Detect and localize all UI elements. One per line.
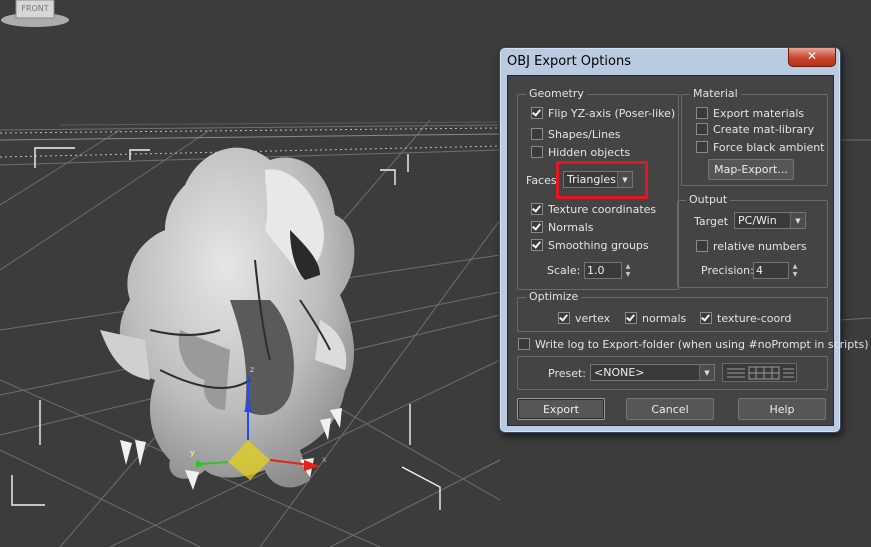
hidden-objects-checkbox[interactable]: Hidden objects	[531, 145, 630, 159]
checkbox-box[interactable]	[531, 239, 543, 251]
spinner-down-icon[interactable]: ▼	[790, 270, 800, 279]
normals-checkbox[interactable]: Normals	[531, 220, 594, 234]
preset-manager-icon[interactable]	[722, 363, 797, 382]
dialog-client-area: Geometry Flip YZ-axis (Poser-like) Shape…	[507, 75, 869, 426]
checkbox-label: texture-coord	[717, 311, 792, 325]
spinner-arrows[interactable]: ▲ ▼	[790, 262, 800, 279]
target-value: PC/Win	[738, 214, 777, 227]
optimize-normals-checkbox[interactable]: normals	[625, 311, 686, 325]
material-legend: Material	[690, 87, 741, 101]
force-black-ambient-checkbox[interactable]: Force black ambient	[696, 140, 825, 154]
checkbox-box[interactable]	[625, 312, 637, 324]
viewcube[interactable]: FRONT	[0, 0, 70, 28]
dialog-title: OBJ Export Options	[507, 54, 631, 69]
spinner-up-icon[interactable]: ▲	[623, 262, 633, 271]
precision-field[interactable]: 4	[753, 262, 789, 279]
checkbox-box[interactable]	[696, 107, 708, 119]
scale-spinner[interactable]: 1.0 ▲ ▼	[584, 262, 633, 279]
svg-text:z: z	[250, 365, 254, 374]
checkbox-label: normals	[642, 311, 687, 325]
faces-label: Faces	[526, 174, 557, 187]
svg-text:x: x	[322, 455, 327, 464]
target-dropdown[interactable]: PC/Win ▼	[734, 212, 806, 229]
optimize-legend: Optimize	[526, 290, 582, 304]
checkbox-label: Normals	[548, 220, 594, 234]
optimize-vertex-checkbox[interactable]: vertex	[558, 311, 610, 325]
precision-spinner[interactable]: 4 ▲ ▼	[753, 262, 800, 279]
checkbox-label: Force black ambient	[713, 140, 825, 154]
map-export-button[interactable]: Map-Export...	[708, 159, 794, 180]
create-mat-library-checkbox[interactable]: Create mat-library	[696, 122, 814, 136]
relative-numbers-checkbox[interactable]: relative numbers	[696, 239, 807, 253]
checkbox-box[interactable]	[558, 312, 570, 324]
chevron-down-icon[interactable]: ▼	[699, 365, 714, 380]
export-materials-checkbox[interactable]: Export materials	[696, 106, 804, 120]
checkbox-label: Create mat-library	[713, 122, 815, 136]
checkbox-label: Flip YZ-axis (Poser-like)	[548, 106, 676, 120]
checkbox-label: Hidden objects	[548, 145, 631, 159]
checkbox-box[interactable]	[531, 221, 543, 233]
viewcube-face-label: FRONT	[21, 4, 48, 13]
checkbox-box[interactable]	[696, 123, 708, 135]
target-label: Target	[694, 215, 729, 228]
scale-field[interactable]: 1.0	[584, 262, 622, 279]
obj-export-dialog: OBJ Export Options ✕ Geometry Flip YZ-ax…	[499, 47, 869, 433]
write-log-checkbox[interactable]: Write log to Export-folder (when using #…	[518, 337, 869, 351]
checkbox-box[interactable]	[518, 338, 530, 350]
checkbox-box[interactable]	[531, 107, 543, 119]
precision-label: Precision:	[701, 264, 754, 277]
shapes-lines-checkbox[interactable]: Shapes/Lines	[531, 127, 621, 141]
close-button[interactable]: ✕	[788, 48, 836, 67]
checkbox-label: Write log to Export-folder (when using #…	[535, 337, 869, 351]
spinner-up-icon[interactable]: ▲	[790, 262, 800, 271]
preset-value: <NONE>	[594, 366, 645, 379]
flip-yz-checkbox[interactable]: Flip YZ-axis (Poser-like)	[531, 106, 675, 120]
preset-grid-icon	[727, 366, 794, 380]
checkbox-box[interactable]	[700, 312, 712, 324]
checkbox-box[interactable]	[696, 240, 708, 252]
dialog-titlebar[interactable]: OBJ Export Options ✕	[500, 48, 840, 74]
spinner-down-icon[interactable]: ▼	[623, 270, 633, 279]
output-legend: Output	[686, 193, 731, 207]
export-button[interactable]: Export	[517, 398, 605, 420]
texture-coordinates-checkbox[interactable]: Texture coordinates	[531, 202, 656, 216]
checkbox-label: vertex	[575, 311, 611, 325]
svg-text:y: y	[190, 448, 195, 457]
spinner-arrows[interactable]: ▲ ▼	[623, 262, 633, 279]
faces-highlight-annotation	[556, 161, 648, 199]
chevron-down-icon[interactable]: ▼	[790, 213, 805, 228]
preset-dropdown[interactable]: <NONE> ▼	[590, 364, 715, 381]
checkbox-label: Shapes/Lines	[548, 127, 621, 141]
help-button[interactable]: Help	[738, 398, 826, 420]
checkbox-box[interactable]	[531, 203, 543, 215]
cancel-button[interactable]: Cancel	[626, 398, 714, 420]
geometry-legend: Geometry	[526, 87, 587, 101]
checkbox-box[interactable]	[531, 146, 543, 158]
smoothing-groups-checkbox[interactable]: Smoothing groups	[531, 238, 649, 252]
checkbox-box[interactable]	[531, 128, 543, 140]
preset-label: Preset:	[548, 367, 587, 380]
checkbox-label: Export materials	[713, 106, 805, 120]
checkbox-label: Texture coordinates	[548, 202, 657, 216]
checkbox-label: relative numbers	[713, 239, 807, 253]
checkbox-box[interactable]	[696, 141, 708, 153]
checkbox-label: Smoothing groups	[548, 238, 649, 252]
optimize-texture-coord-checkbox[interactable]: texture-coord	[700, 311, 792, 325]
scale-label: Scale:	[547, 264, 581, 277]
